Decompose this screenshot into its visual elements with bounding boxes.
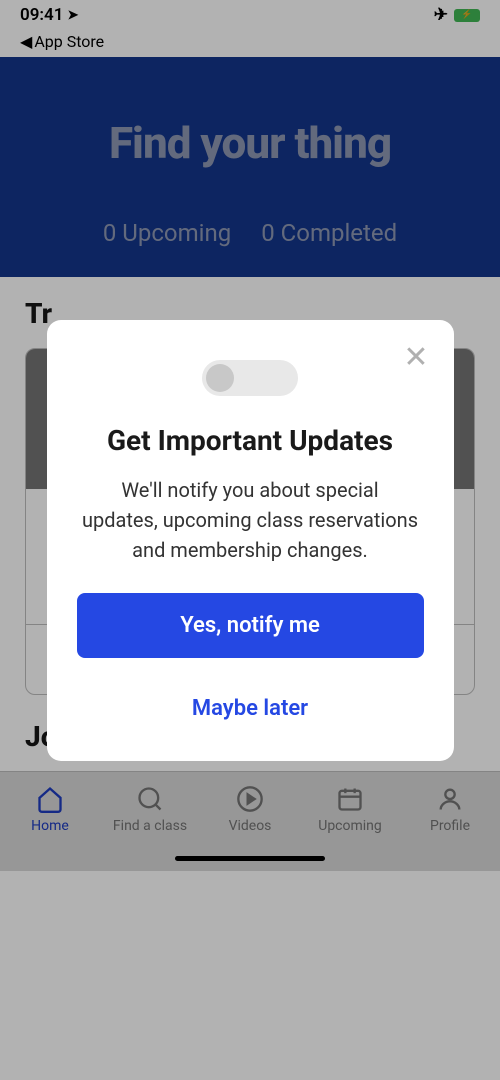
modal-body: We'll notify you about special updates, … (77, 475, 424, 565)
primary-button-label: Yes, notify me (180, 613, 320, 638)
secondary-button-label: Maybe later (192, 696, 308, 721)
notify-me-button[interactable]: Yes, notify me (77, 593, 424, 658)
toggle-switch[interactable] (202, 360, 298, 396)
modal-overlay[interactable]: ✕ Get Important Updates We'll notify you… (0, 0, 500, 1080)
notifications-modal: ✕ Get Important Updates We'll notify you… (47, 320, 454, 761)
maybe-later-button[interactable]: Maybe later (77, 686, 424, 731)
close-button[interactable]: ✕ (403, 340, 428, 375)
close-icon: ✕ (403, 340, 428, 375)
modal-title: Get Important Updates (77, 424, 424, 457)
toggle-knob (206, 364, 234, 392)
